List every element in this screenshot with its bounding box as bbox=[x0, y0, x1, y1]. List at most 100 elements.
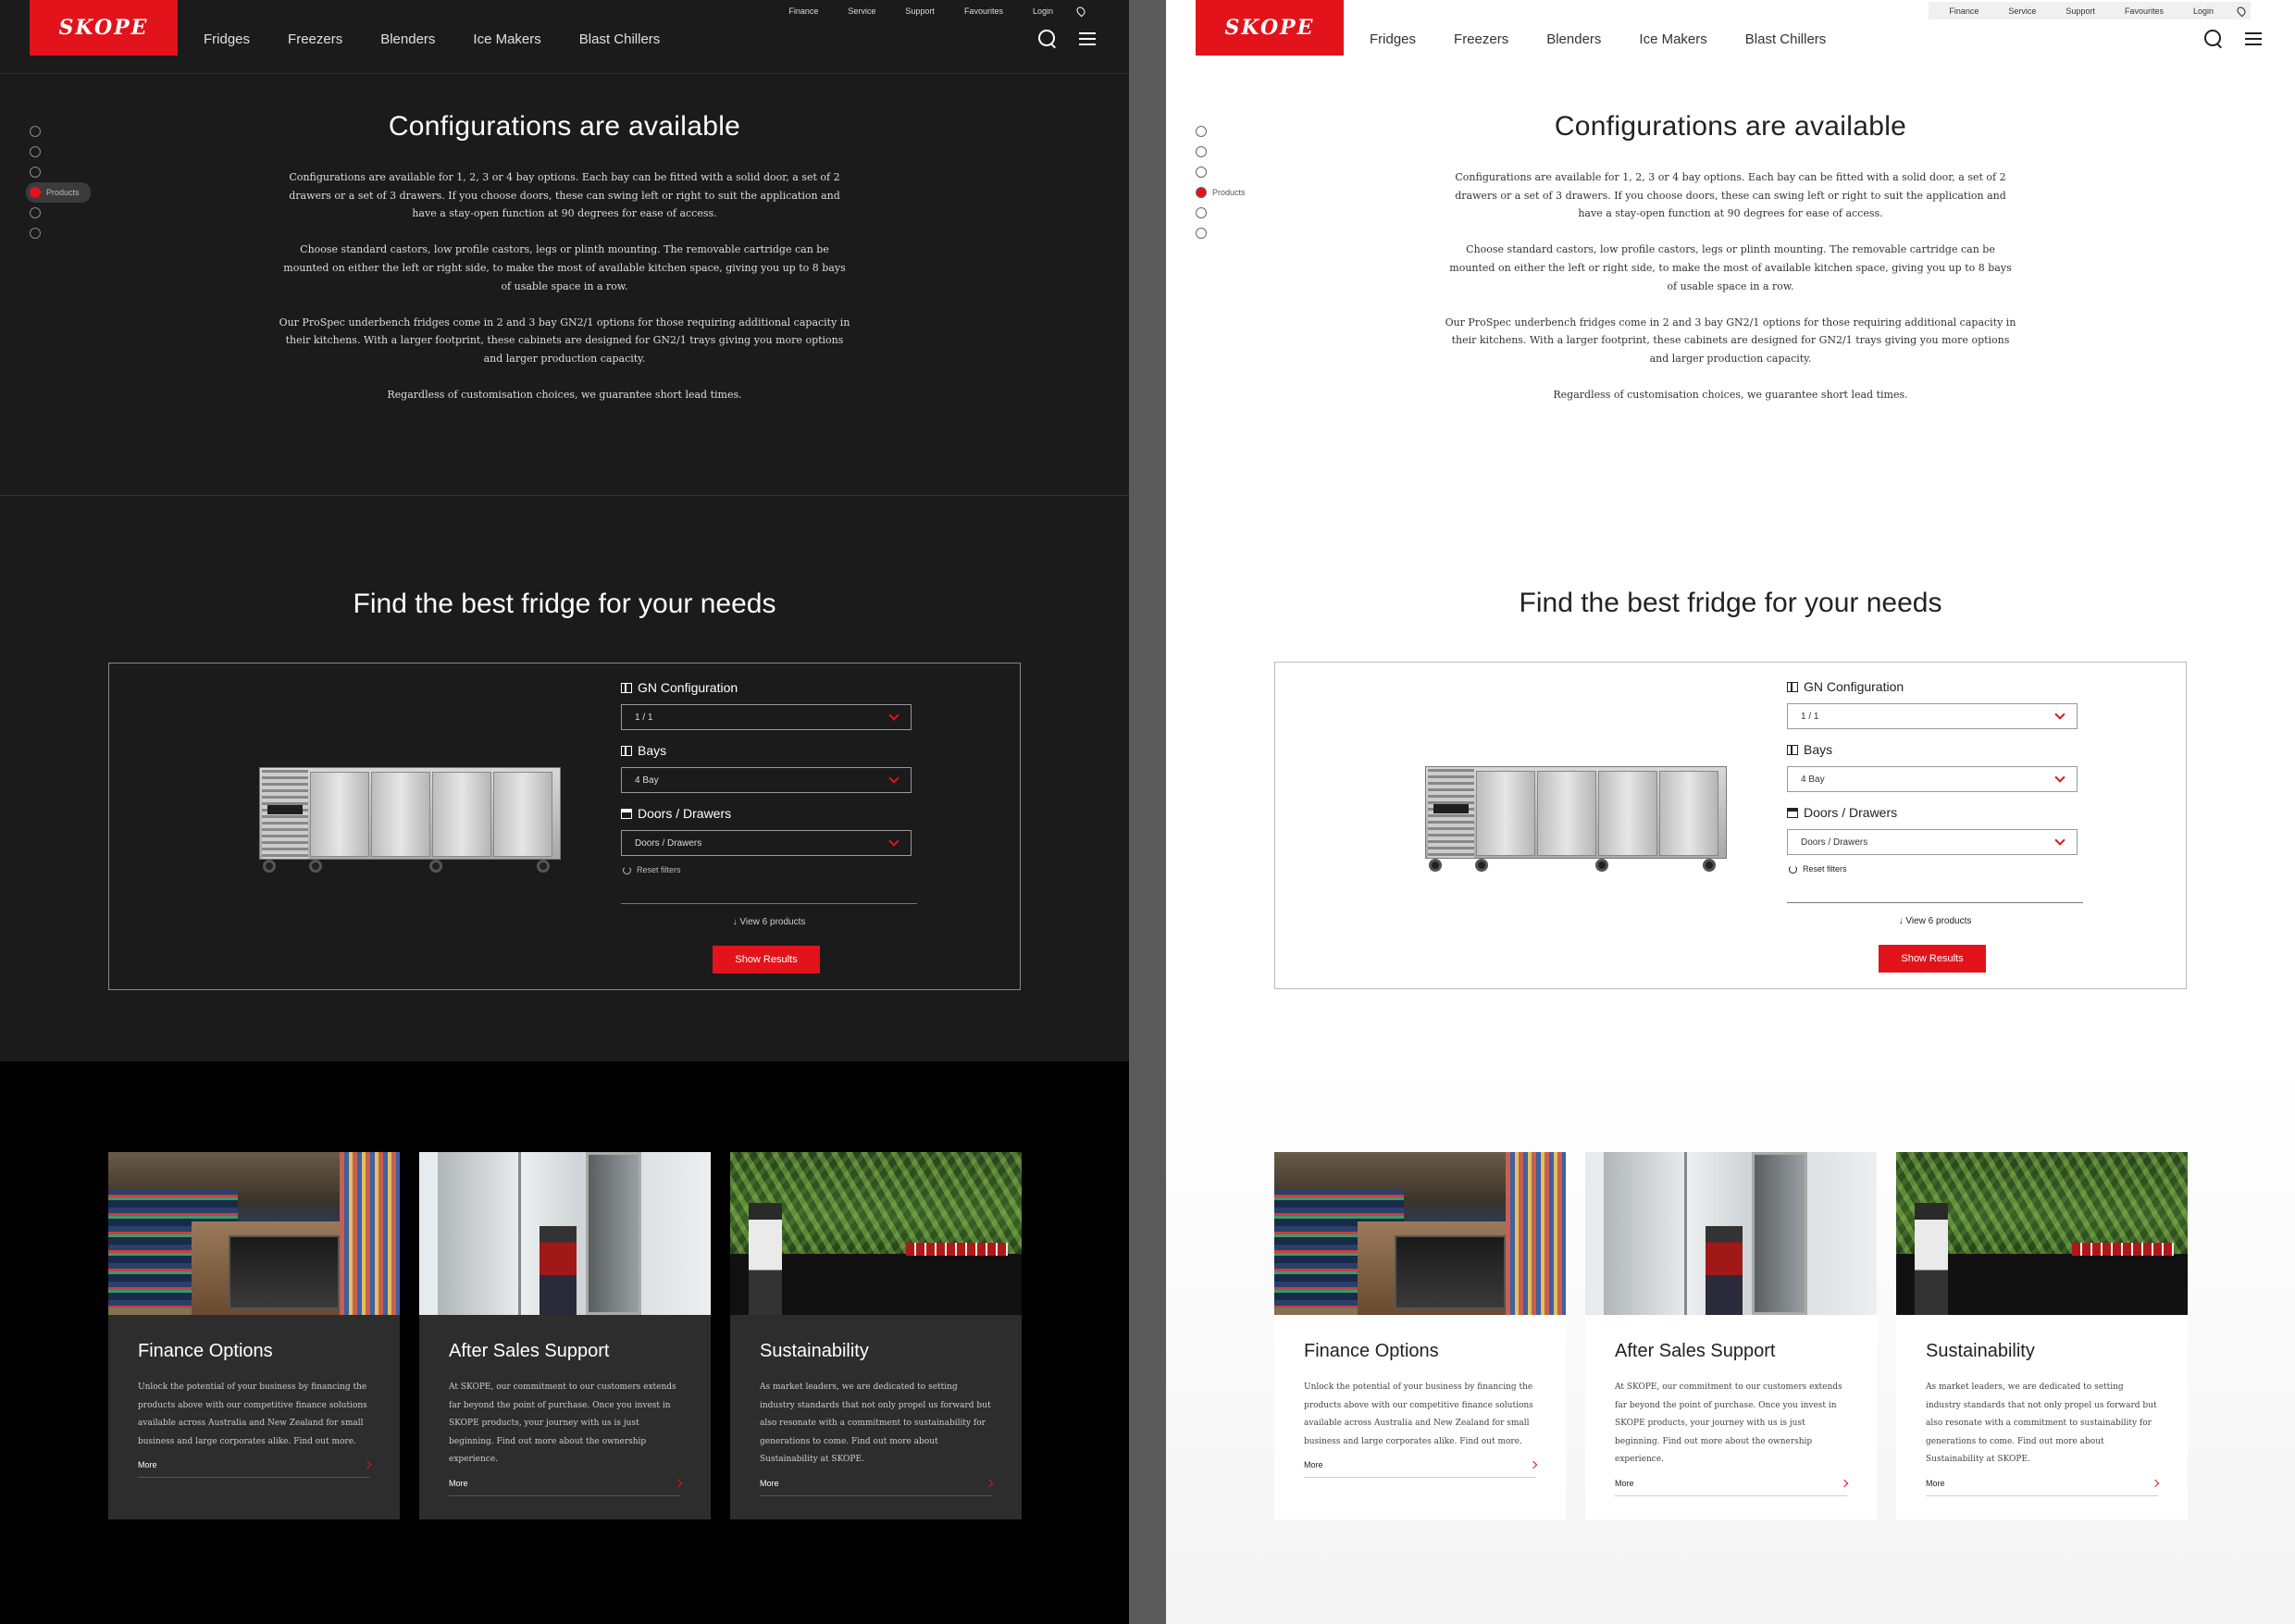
bays-select[interactable]: 4 Bay bbox=[1787, 766, 2078, 792]
filter-label-gn: GN Configuration bbox=[638, 680, 738, 695]
filter-label-doors: Doors / Drawers bbox=[638, 806, 732, 821]
show-results-button[interactable]: Show Results bbox=[713, 946, 820, 973]
utility-link-service[interactable]: Service bbox=[833, 6, 890, 16]
utility-link-favourites[interactable]: Favourites bbox=[949, 6, 1018, 16]
bays-icon bbox=[621, 745, 632, 756]
chevron-down-icon bbox=[2054, 835, 2066, 846]
utility-link-favourites[interactable]: Favourites bbox=[2110, 6, 2178, 16]
header-actions bbox=[2204, 30, 2262, 48]
filter-label-bays: Bays bbox=[638, 743, 667, 758]
card-after-sales: After Sales Support At SKOPE, our commit… bbox=[419, 1152, 711, 1519]
card-more-link[interactable]: More bbox=[1304, 1460, 1538, 1478]
card-title: After Sales Support bbox=[449, 1341, 610, 1361]
configurations-title: Configurations are available bbox=[1554, 111, 1907, 142]
card-more-link[interactable]: More bbox=[138, 1460, 372, 1478]
skope-logo[interactable]: SKOPE bbox=[1196, 0, 1344, 56]
bays-select[interactable]: 4 Bay bbox=[621, 767, 912, 793]
nav-ice-makers[interactable]: Ice Makers bbox=[1639, 31, 1706, 47]
configurations-title: Configurations are available bbox=[388, 111, 741, 142]
nav-blenders[interactable]: Blenders bbox=[380, 31, 435, 47]
chevron-right-icon bbox=[363, 1460, 372, 1469]
fridge-finder-panel: GN Configuration 1 / 1 Bays 4 Bay Doors … bbox=[1274, 662, 2187, 989]
utility-link-finance[interactable]: Finance bbox=[1934, 6, 1993, 16]
divider bbox=[1787, 902, 2083, 903]
doors-drawers-select[interactable]: Doors / Drawers bbox=[1787, 829, 2078, 855]
card-text: At SKOPE, our commitment to our customer… bbox=[449, 1382, 676, 1464]
card-title: Sustainability bbox=[760, 1341, 869, 1361]
gn-configuration-select[interactable]: 1 / 1 bbox=[621, 704, 912, 730]
sustainability-image bbox=[1896, 1152, 2188, 1315]
chevron-down-icon bbox=[888, 836, 899, 847]
filter-label-bays: Bays bbox=[1804, 742, 1833, 757]
card-text: At SKOPE, our commitment to our customer… bbox=[1615, 1382, 1842, 1464]
utility-link-login[interactable]: Login bbox=[1018, 6, 1068, 16]
config-paragraph: Configurations are available for 1, 2, 3… bbox=[1455, 171, 2006, 220]
gn-config-icon bbox=[1787, 681, 1798, 692]
skope-logo[interactable]: SKOPE bbox=[30, 0, 178, 56]
card-text: As market leaders, we are dedicated to s… bbox=[760, 1382, 991, 1464]
doors-drawers-select[interactable]: Doors / Drawers bbox=[621, 830, 912, 856]
card-title: Finance Options bbox=[138, 1341, 273, 1361]
chevron-down-icon bbox=[2054, 709, 2066, 720]
utility-link-finance[interactable]: Finance bbox=[774, 6, 833, 16]
chevron-down-icon bbox=[888, 710, 899, 721]
configurations-section: Configurations are available Configurati… bbox=[1166, 111, 2295, 422]
main-nav: Fridges Freezers Blenders Ice Makers Bla… bbox=[1370, 31, 1826, 47]
search-icon[interactable] bbox=[1038, 30, 1057, 48]
reset-filters-link[interactable]: Reset filters bbox=[1789, 864, 2083, 874]
dark-theme-page: SKOPE Finance Service Support Favourites… bbox=[0, 0, 1129, 1624]
finder-title: Find the best fridge for your needs bbox=[353, 589, 776, 619]
view-products-link[interactable]: ↓ View 6 products bbox=[621, 917, 917, 927]
reset-icon bbox=[623, 865, 631, 874]
utility-link-login[interactable]: Login bbox=[2178, 6, 2228, 16]
nav-fridges[interactable]: Fridges bbox=[204, 31, 250, 47]
chevron-down-icon bbox=[2054, 772, 2066, 783]
nav-blenders[interactable]: Blenders bbox=[1546, 31, 1601, 47]
chevron-right-icon bbox=[674, 1479, 683, 1487]
main-nav: Fridges Freezers Blenders Ice Makers Bla… bbox=[204, 31, 660, 47]
chevron-right-icon bbox=[1840, 1479, 1849, 1487]
gn-config-icon bbox=[621, 682, 632, 693]
reset-icon bbox=[1789, 864, 1797, 874]
header: SKOPE Finance Service Support Favourites… bbox=[0, 0, 1129, 74]
view-products-link[interactable]: ↓ View 6 products bbox=[1787, 916, 2083, 926]
drawers-icon bbox=[1787, 807, 1798, 818]
sustainability-image bbox=[730, 1152, 1022, 1315]
gn-configuration-select[interactable]: 1 / 1 bbox=[1787, 703, 2078, 729]
config-paragraph: Configurations are available for 1, 2, 3… bbox=[289, 171, 840, 220]
utility-link-service[interactable]: Service bbox=[1993, 6, 2051, 16]
nav-fridges[interactable]: Fridges bbox=[1370, 31, 1416, 47]
nav-blast-chillers[interactable]: Blast Chillers bbox=[1745, 31, 1827, 47]
info-cards-section: Finance Options Unlock the potential of … bbox=[0, 1061, 1129, 1624]
card-more-link[interactable]: More bbox=[1615, 1479, 1849, 1496]
config-paragraph: Our ProSpec underbench fridges come in 2… bbox=[1445, 316, 2016, 365]
nav-ice-makers[interactable]: Ice Makers bbox=[473, 31, 540, 47]
chevron-right-icon bbox=[985, 1479, 994, 1487]
location-pin-icon[interactable] bbox=[1074, 5, 1087, 17]
hamburger-menu-icon[interactable] bbox=[1079, 32, 1096, 45]
fridge-finder-section: Find the best fridge for your needs GN C… bbox=[1166, 495, 2295, 1061]
utility-link-support[interactable]: Support bbox=[2051, 6, 2110, 16]
utility-nav: Finance Service Support Favourites Login bbox=[1929, 2, 2251, 19]
config-paragraph: Our ProSpec underbench fridges come in 2… bbox=[279, 316, 850, 365]
filter-label-gn: GN Configuration bbox=[1804, 679, 1904, 694]
nav-freezers[interactable]: Freezers bbox=[1454, 31, 1508, 47]
config-paragraph: Regardless of customisation choices, we … bbox=[1553, 389, 1908, 402]
fridge-finder-panel: GN Configuration 1 / 1 Bays 4 Bay Doors … bbox=[108, 663, 1021, 990]
search-icon[interactable] bbox=[2204, 30, 2223, 48]
location-pin-icon[interactable] bbox=[2235, 5, 2248, 17]
show-results-button[interactable]: Show Results bbox=[1879, 945, 1986, 973]
card-finance: Finance Options Unlock the potential of … bbox=[108, 1152, 400, 1519]
reset-filters-link[interactable]: Reset filters bbox=[623, 865, 917, 874]
config-paragraph: Regardless of customisation choices, we … bbox=[387, 389, 742, 402]
card-finance: Finance Options Unlock the potential of … bbox=[1274, 1152, 1566, 1519]
card-more-link[interactable]: More bbox=[449, 1479, 683, 1496]
card-more-link[interactable]: More bbox=[1926, 1479, 2160, 1496]
card-more-link[interactable]: More bbox=[760, 1479, 994, 1496]
hamburger-menu-icon[interactable] bbox=[2245, 32, 2262, 45]
card-title: Sustainability bbox=[1926, 1341, 2035, 1361]
finance-image bbox=[1274, 1152, 1566, 1315]
nav-freezers[interactable]: Freezers bbox=[288, 31, 342, 47]
nav-blast-chillers[interactable]: Blast Chillers bbox=[579, 31, 661, 47]
utility-link-support[interactable]: Support bbox=[890, 6, 949, 16]
